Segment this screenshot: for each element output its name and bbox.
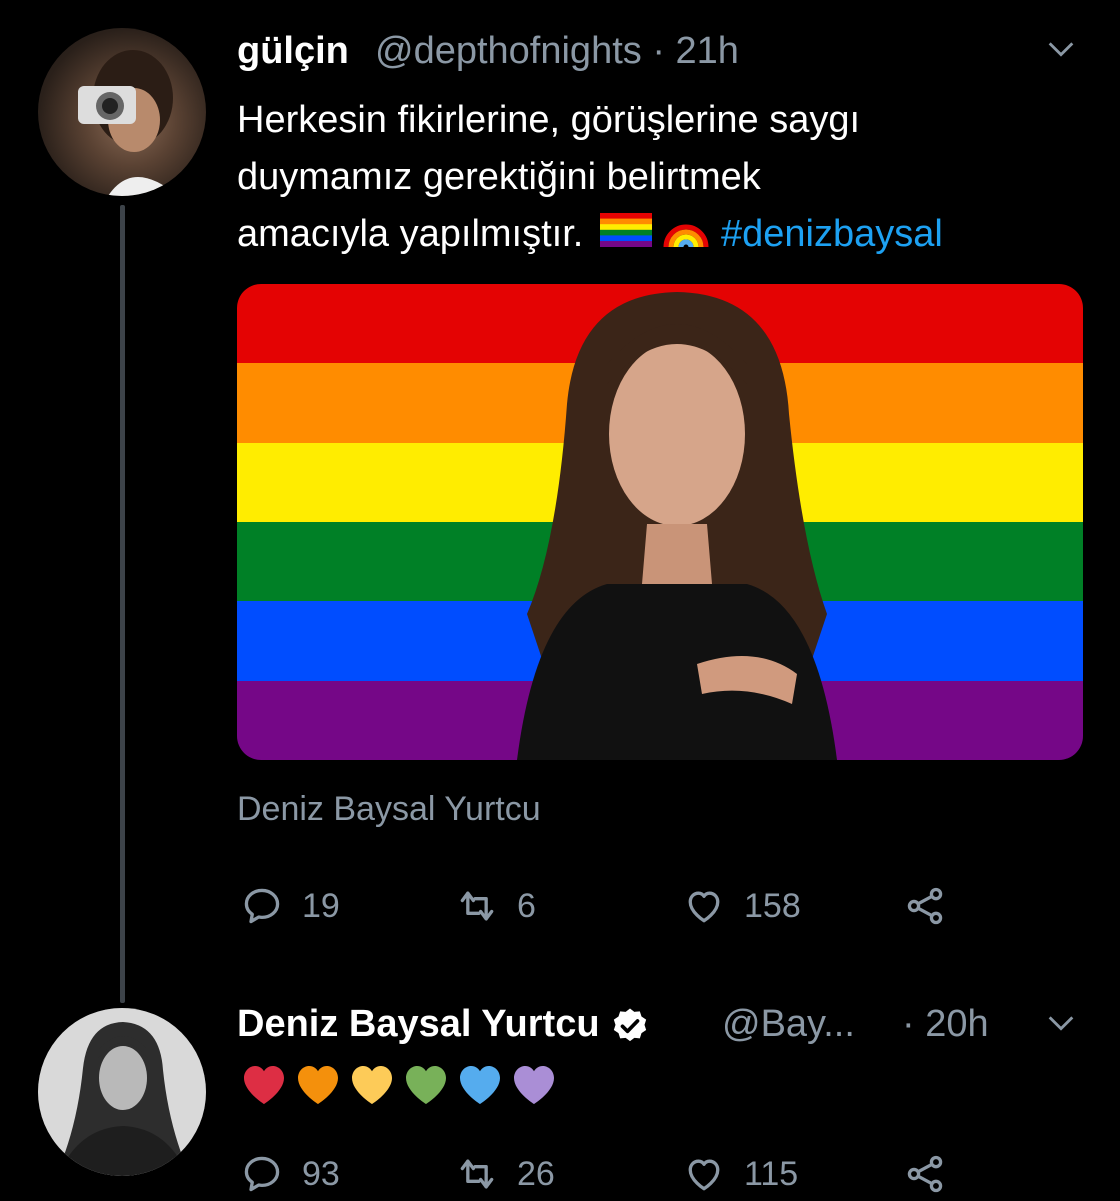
share-button[interactable]: [903, 1152, 947, 1201]
verified-icon: [610, 1006, 650, 1046]
tweet-text-fragment: amacıyla yapılmıştır.: [237, 213, 584, 255]
chevron-down-icon[interactable]: [1044, 1006, 1078, 1040]
avatar[interactable]: [38, 1008, 206, 1176]
retweet-icon: [460, 891, 494, 921]
tweet-text: Herkesin fikirlerine, görüşlerine saygı …: [237, 92, 1097, 264]
like-count: 158: [744, 886, 801, 925]
reply-button[interactable]: 19: [240, 884, 340, 928]
display-name[interactable]: gülçin: [237, 30, 349, 73]
chevron-down-icon[interactable]: [1044, 32, 1078, 66]
thread-connector-line: [120, 205, 125, 1003]
heart-emoji: [294, 1062, 342, 1111]
display-name-row[interactable]: Deniz Baysal Yurtcu: [237, 1003, 650, 1046]
reply-icon: [244, 888, 280, 924]
retweet-button[interactable]: 26: [455, 1152, 555, 1196]
handle[interactable]: @Bay...: [722, 1003, 855, 1046]
rainbow-emoji: [662, 207, 710, 264]
heart-emoji-row: [240, 1062, 558, 1111]
reply-icon: [244, 1156, 280, 1192]
retweet-button[interactable]: 6: [455, 884, 536, 928]
heart-emoji: [510, 1062, 558, 1111]
retweet-icon: [460, 1159, 494, 1189]
share-icon: [907, 887, 943, 925]
reply-count: 93: [302, 1154, 340, 1193]
avatar[interactable]: [38, 28, 206, 196]
like-icon: [688, 1159, 720, 1191]
share-icon: [907, 1155, 943, 1193]
reply-count: 19: [302, 886, 340, 925]
hashtag-link[interactable]: #denizbaysal: [721, 213, 943, 255]
reply-button[interactable]: 93: [240, 1152, 340, 1196]
share-button[interactable]: [903, 884, 947, 933]
like-count: 115: [744, 1154, 799, 1193]
handle-and-time[interactable]: @depthofnights · 21h: [375, 30, 739, 73]
tweet-text-line: duymamız gerektiğini belirtmek: [237, 156, 761, 198]
heart-emoji: [348, 1062, 396, 1111]
heart-emoji: [402, 1062, 450, 1111]
pride-flag-emoji: [599, 207, 652, 264]
timestamp[interactable]: · 20h: [902, 1003, 989, 1046]
retweet-count: 26: [517, 1154, 555, 1193]
heart-emoji: [456, 1062, 504, 1111]
media-caption: Deniz Baysal Yurtcu: [237, 790, 541, 828]
tweet-text-line: Herkesin fikirlerine, görüşlerine saygı: [237, 99, 861, 141]
portrait-photo: [497, 284, 857, 760]
like-button[interactable]: 158: [682, 884, 801, 928]
tweet-media-image[interactable]: [237, 284, 1083, 760]
retweet-count: 6: [517, 886, 536, 925]
like-icon: [688, 891, 720, 923]
like-button[interactable]: 115: [682, 1152, 798, 1196]
heart-emoji: [240, 1062, 288, 1111]
display-name[interactable]: Deniz Baysal Yurtcu: [237, 1003, 600, 1045]
tweet-text-line: amacıyla yapılmıştır. #denizbaysal: [237, 206, 1097, 264]
